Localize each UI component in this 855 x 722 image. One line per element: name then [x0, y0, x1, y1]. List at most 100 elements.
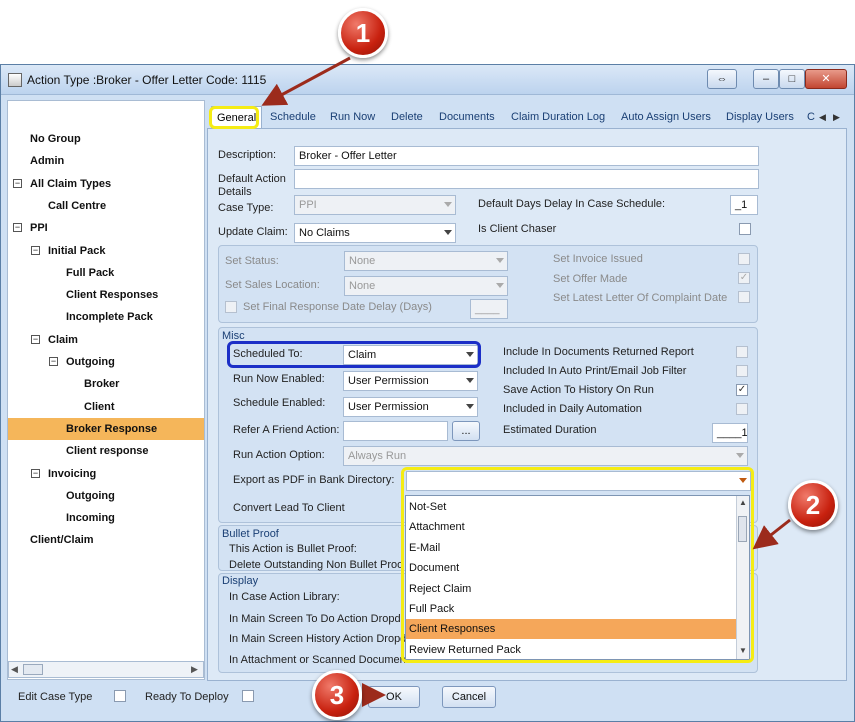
tree-item[interactable]: − Claim: [8, 329, 204, 351]
in-main-screen-history-label: In Main Screen History Action Dropd: [229, 633, 407, 645]
include-docs-returned-checkbox[interactable]: [736, 346, 748, 358]
tree-item-label: Full Pack: [66, 266, 115, 279]
collapse-icon[interactable]: −: [13, 223, 22, 233]
tree-horizontal-scrollbar[interactable]: ◀ ▶: [8, 661, 204, 678]
ready-to-deploy-checkbox[interactable]: [242, 690, 254, 702]
tree-item[interactable]: Broker Response: [8, 417, 204, 440]
tree-item[interactable]: Broker: [8, 373, 204, 395]
tree-item[interactable]: Client: [8, 396, 204, 418]
set-sales-location-dropdown: None: [344, 276, 508, 296]
export-pdf-label: Export as PDF in Bank Directory:: [233, 474, 395, 486]
collapse-icon[interactable]: −: [31, 468, 40, 478]
collapse-icon[interactable]: −: [31, 334, 40, 344]
set-invoice-issued-checkbox: [738, 253, 750, 265]
tree-item-label: Outgoing: [66, 356, 115, 368]
is-client-chaser-checkbox[interactable]: [739, 223, 751, 235]
tab-display-users[interactable]: Display Users: [726, 106, 794, 128]
tree-item-label: Outgoing: [66, 489, 115, 502]
scheduled-to-highlight: [227, 341, 481, 368]
callout-badge-1: 1: [338, 8, 388, 58]
tree-item[interactable]: Client response: [8, 440, 204, 462]
tree-item[interactable]: Client Responses: [8, 284, 204, 306]
tree-item[interactable]: − All Claim Types: [8, 173, 204, 195]
included-daily-automation-label: Included in Daily Automation: [503, 403, 642, 415]
refer-a-friend-browse-button[interactable]: ...: [452, 421, 480, 441]
include-docs-returned-label: Include In Documents Returned Report: [503, 346, 694, 358]
cancel-button[interactable]: Cancel: [442, 686, 496, 708]
tree-item[interactable]: Incoming: [8, 507, 204, 529]
tree-item[interactable]: Client/Claim: [8, 529, 204, 551]
tree-item-label: Client Responses: [66, 289, 159, 302]
refer-a-friend-input[interactable]: [343, 421, 448, 441]
case-type-value: PPI: [299, 199, 317, 211]
scroll-left-icon[interactable]: ◀: [11, 664, 18, 675]
minimize-button[interactable]: –: [753, 69, 779, 89]
collapse-icon[interactable]: −: [31, 245, 40, 255]
restore-arrows-icon[interactable]: ⇔: [707, 69, 737, 89]
tree-item[interactable]: Incomplete Pack: [8, 306, 204, 328]
update-claim-dropdown[interactable]: No Claims: [294, 223, 456, 243]
tree-item-label: Incomplete Pack: [66, 311, 153, 324]
description-label: Description:: [218, 149, 277, 161]
tree-item[interactable]: − Initial Pack: [8, 240, 204, 262]
tree-item[interactable]: − Outgoing: [8, 351, 204, 373]
set-sales-location-value: None: [349, 280, 376, 292]
set-final-response-input: ____: [470, 299, 508, 319]
chevron-down-icon: [466, 404, 474, 409]
tree-item-label: Broker: [84, 378, 120, 391]
included-daily-automation-checkbox[interactable]: [736, 403, 748, 415]
tab-auto-assign-users[interactable]: Auto Assign Users: [621, 106, 711, 128]
set-status-value: None: [349, 255, 376, 267]
tab-documents[interactable]: Documents: [439, 106, 495, 128]
tree-item[interactable]: Admin: [8, 150, 204, 172]
chevron-down-icon: [444, 230, 452, 235]
ok-button[interactable]: OK: [368, 686, 420, 708]
maximize-button[interactable]: □: [779, 69, 805, 89]
run-now-enabled-dropdown[interactable]: User Permission: [343, 371, 478, 391]
tree-item[interactable]: Full Pack: [8, 262, 204, 284]
included-auto-print-label: Included In Auto Print/Email Job Filter: [503, 365, 687, 377]
save-action-history-checkbox[interactable]: ✓: [736, 384, 748, 396]
tab-schedule[interactable]: Schedule: [270, 106, 316, 128]
tab-scroll-left-icon[interactable]: ◀: [819, 106, 826, 128]
set-final-response-checkbox: [225, 301, 237, 313]
callout-badge-2: 2: [788, 480, 838, 530]
tree-item[interactable]: Call Centre: [8, 195, 204, 217]
tab-scroll-right-icon[interactable]: ▶: [833, 106, 840, 128]
tree-item-label: Initial Pack: [48, 244, 106, 257]
default-days-delay-input[interactable]: _1: [730, 195, 758, 215]
close-button[interactable]: ✕: [805, 69, 847, 89]
tree-item-label: Broker Response: [66, 422, 158, 435]
tree-item[interactable]: − PPI: [8, 217, 204, 239]
collapse-icon[interactable]: −: [49, 357, 58, 366]
run-action-option-value: Always Run: [348, 450, 407, 462]
run-action-option-label: Run Action Option:: [233, 449, 325, 461]
estimated-duration-input[interactable]: ____1: [712, 423, 748, 443]
tree-item[interactable]: − Invoicing: [8, 463, 204, 485]
tab-claim-duration-log[interactable]: Claim Duration Log: [511, 106, 605, 128]
this-action-bullet-proof-label: This Action is Bullet Proof:: [229, 543, 357, 555]
default-action-details-input[interactable]: [294, 169, 759, 189]
tab-delete[interactable]: Delete: [391, 106, 423, 128]
tree-item[interactable]: No Group: [8, 128, 204, 150]
tab-more[interactable]: C: [807, 106, 815, 128]
tab-run-now[interactable]: Run Now: [330, 106, 375, 128]
schedule-enabled-value: User Permission: [348, 401, 429, 413]
scroll-thumb[interactable]: [23, 664, 43, 675]
tree-item[interactable]: Outgoing: [8, 485, 204, 507]
chevron-down-icon: [736, 453, 744, 458]
chevron-down-icon: [496, 258, 504, 263]
callout-badge-3: 3: [312, 670, 362, 720]
export-pdf-highlight: [401, 467, 754, 663]
description-input[interactable]: Broker - Offer Letter: [294, 146, 759, 166]
scroll-right-icon[interactable]: ▶: [191, 664, 198, 675]
general-tab-highlight: [209, 106, 259, 129]
convert-lead-label: Convert Lead To Client: [233, 502, 345, 514]
schedule-enabled-dropdown[interactable]: User Permission: [343, 397, 478, 417]
case-type-dropdown: PPI: [294, 195, 456, 215]
collapse-icon[interactable]: −: [13, 178, 22, 188]
set-offer-made-checkbox: ✓: [738, 272, 750, 284]
included-auto-print-checkbox[interactable]: [736, 365, 748, 377]
edit-case-type-checkbox[interactable]: [114, 690, 126, 702]
title-bar[interactable]: Action Type :Broker - Offer Letter Code:…: [1, 65, 854, 95]
